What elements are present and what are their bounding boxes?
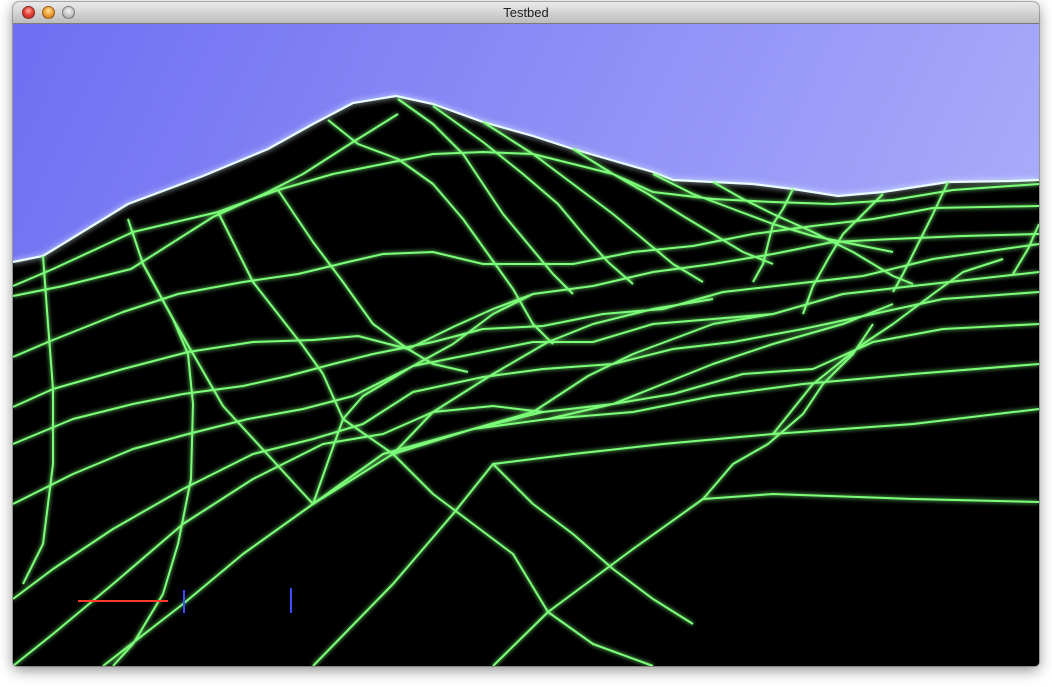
window-title: Testbed <box>503 5 549 20</box>
app-window: Testbed <box>13 2 1039 666</box>
terrain-canvas[interactable] <box>13 24 1039 666</box>
title-bar[interactable]: Testbed <box>13 2 1039 24</box>
render-viewport[interactable] <box>13 24 1039 666</box>
